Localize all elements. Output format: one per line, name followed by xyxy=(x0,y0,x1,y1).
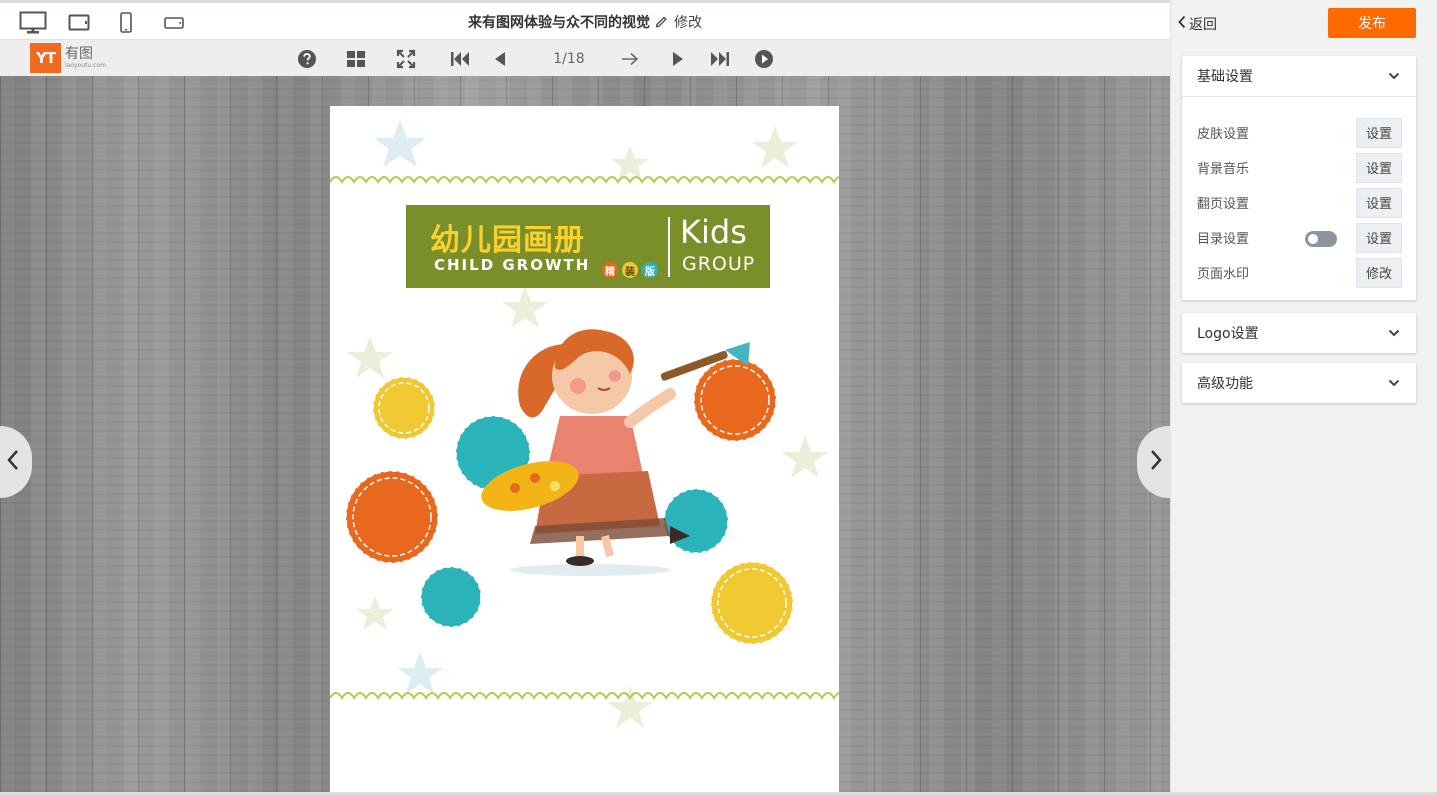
previous-page-button[interactable] xyxy=(0,426,32,498)
back-label: 返回 xyxy=(1189,17,1217,33)
cover-banner: 幼儿园画册 CHILD GROWTH 精 装 版 Kids GROUP xyxy=(406,205,770,288)
edit-title-link[interactable]: 修改 xyxy=(674,15,702,31)
advanced-title: 高级功能 xyxy=(1197,376,1253,392)
last-page-icon[interactable] xyxy=(709,49,731,69)
publish-button[interactable]: 发布 xyxy=(1328,8,1416,38)
page-flip-row: 翻页设置 设置 xyxy=(1197,185,1402,220)
chevron-left-icon xyxy=(6,449,20,475)
watermark-label: 页面水印 xyxy=(1197,267,1250,282)
autoplay-icon[interactable] xyxy=(753,49,775,69)
help-icon[interactable] xyxy=(296,49,318,69)
advanced-header[interactable]: 高级功能 xyxy=(1182,363,1416,403)
background-music-button[interactable]: 设置 xyxy=(1356,152,1402,183)
toc-settings-row: 目录设置 设置 xyxy=(1197,220,1402,255)
page-indicator: 1/18 xyxy=(553,51,585,67)
chevron-down-icon xyxy=(1388,68,1400,84)
logo-settings-card: Logo设置 xyxy=(1182,313,1416,353)
pencil-icon[interactable] xyxy=(655,15,672,31)
background-music-row: 背景音乐 设置 xyxy=(1197,150,1402,185)
reader-toolbar: YT 有图 laoyoutu.com 1/18 xyxy=(0,40,1170,76)
toc-settings-button[interactable]: 设置 xyxy=(1356,222,1402,253)
cover-title-en: CHILD GROWTH xyxy=(434,256,591,274)
title-text: 来有图网体验与众不同的视觉 xyxy=(468,15,651,31)
logo-wordmark: 有图 laoyoutu.com xyxy=(65,47,106,69)
banner-divider xyxy=(668,217,670,277)
logo-name: 有图 xyxy=(65,46,93,62)
play-icon[interactable] xyxy=(667,49,689,69)
book-stage: 幼儿园画册 CHILD GROWTH 精 装 版 Kids GROUP xyxy=(0,76,1170,792)
badge-2: 装 xyxy=(622,262,638,278)
logo-mark: YT xyxy=(30,43,61,73)
top-bar: 来有图网体验与众不同的视觉 修改 xyxy=(0,0,1170,40)
document-title: 来有图网体验与众不同的视觉 修改 xyxy=(0,12,1170,32)
back-link[interactable]: 返回 xyxy=(1177,14,1217,34)
thumbnails-icon[interactable] xyxy=(345,49,367,69)
basic-settings-card: 基础设置 皮肤设置 设置 背景音乐 设置 翻页设置 设置 目录设置 设置 页面水… xyxy=(1182,56,1416,300)
skin-settings-button[interactable]: 设置 xyxy=(1356,117,1402,148)
badge-3: 版 xyxy=(642,262,658,278)
logo-settings-title: Logo设置 xyxy=(1197,326,1259,342)
watermark-row: 页面水印 修改 xyxy=(1197,255,1402,290)
basic-settings-body: 皮肤设置 设置 背景音乐 设置 翻页设置 设置 目录设置 设置 页面水印 修改 xyxy=(1182,96,1416,300)
fullscreen-icon[interactable] xyxy=(395,49,417,69)
logo-settings-header[interactable]: Logo设置 xyxy=(1182,313,1416,353)
watermark-button[interactable]: 修改 xyxy=(1356,257,1402,288)
first-page-icon[interactable] xyxy=(449,49,471,69)
book-page[interactable]: 幼儿园画册 CHILD GROWTH 精 装 版 Kids GROUP xyxy=(330,106,839,792)
toc-toggle[interactable] xyxy=(1305,231,1337,247)
cover-title-cn: 幼儿园画册 xyxy=(430,223,585,258)
logo-url: laoyoutu.com xyxy=(65,62,106,69)
brand-logo: YT 有图 laoyoutu.com xyxy=(30,43,106,73)
badge-1: 精 xyxy=(602,262,618,278)
page-flip-button[interactable]: 设置 xyxy=(1356,187,1402,218)
basic-settings-title: 基础设置 xyxy=(1197,69,1253,85)
advanced-card: 高级功能 xyxy=(1182,363,1416,403)
previous-page-icon[interactable] xyxy=(489,49,511,69)
chevron-down-icon xyxy=(1388,375,1400,391)
basic-settings-header[interactable]: 基础设置 xyxy=(1182,56,1416,96)
skin-settings-label: 皮肤设置 xyxy=(1197,127,1250,142)
skin-settings-row: 皮肤设置 设置 xyxy=(1197,115,1402,150)
chevron-left-icon xyxy=(1177,15,1187,33)
background-music-label: 背景音乐 xyxy=(1197,162,1250,177)
next-page-button[interactable] xyxy=(1137,426,1170,498)
chevron-right-icon xyxy=(1149,449,1163,475)
next-arrow-icon[interactable] xyxy=(619,49,641,69)
settings-panel: 返回 发布 基础设置 皮肤设置 设置 背景音乐 设置 翻页设置 设置 目录设置 xyxy=(1170,0,1437,795)
chevron-down-icon xyxy=(1388,325,1400,341)
page-flip-label: 翻页设置 xyxy=(1197,197,1250,212)
cover-kids: Kids xyxy=(680,213,747,251)
cover-group: GROUP xyxy=(682,253,756,275)
toggle-knob xyxy=(1308,234,1318,244)
